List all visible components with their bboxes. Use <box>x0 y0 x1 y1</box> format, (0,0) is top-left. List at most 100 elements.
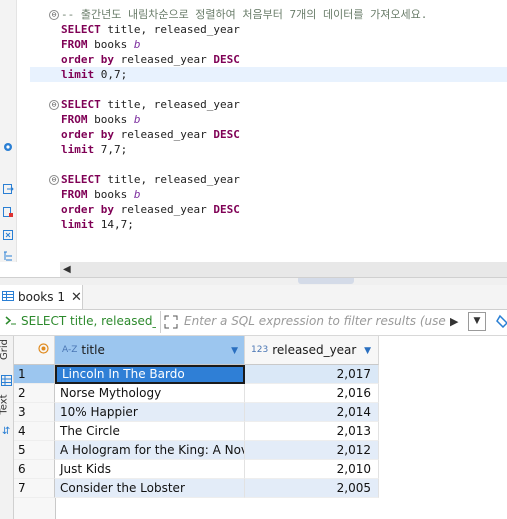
fold-toggle-icon[interactable]: ⊖ <box>49 10 59 20</box>
sql-keyword: FROM <box>61 188 88 201</box>
fold-toggle-icon[interactable]: ⊖ <box>49 175 59 185</box>
sql-alias: b <box>133 113 141 126</box>
sql-keyword: FROM <box>61 113 88 126</box>
column-header-title[interactable]: A-Z title ▼ <box>55 336 245 365</box>
filter-input[interactable]: Enter a SQL expression to filter results… <box>184 314 446 328</box>
sql-order-line: order by released_year DESC <box>61 127 240 142</box>
tab-books-1[interactable]: books 1 ✕ <box>0 285 83 309</box>
sql-code[interactable]: ⊖ -- 출간년도 내림차순으로 정렬하여 처음부터 7개의 데이터를 가져오세… <box>0 0 507 262</box>
column-name: title <box>81 343 105 357</box>
title-cell[interactable]: 10% Happier <box>55 403 245 422</box>
apply-filter-icon[interactable]: ▶ <box>450 315 458 328</box>
column-header-released-year[interactable]: 123 released_year ▼ <box>245 336 379 365</box>
sql-keyword: DESC <box>213 53 240 66</box>
year-cell[interactable]: 2,014 <box>245 403 379 422</box>
row-number[interactable]: 4 <box>14 422 55 441</box>
sql-query-icon <box>4 314 17 330</box>
fold-toggle-icon[interactable]: ⊖ <box>49 100 59 110</box>
row-number[interactable]: 5 <box>14 441 55 460</box>
year-cell[interactable]: 2,017 <box>245 365 379 384</box>
sort-icon[interactable]: ▼ <box>231 346 238 356</box>
year-cell[interactable]: 2,005 <box>245 479 379 498</box>
tab-label: books 1 <box>18 290 65 304</box>
sql-editor[interactable]: ⊖ -- 출간년도 내림차순으로 정렬하여 처음부터 7개의 데이터를 가져오세… <box>0 0 507 262</box>
sql-comment: -- 출간년도 내림차순으로 정렬하여 처음부터 7개의 데이터를 가져오세요. <box>61 8 428 21</box>
table-icon <box>2 290 14 305</box>
sql-table: books <box>87 38 134 51</box>
sql-limit-value: 7,7; <box>94 143 128 156</box>
column-name: released_year <box>272 343 357 357</box>
record-mode-icon[interactable]: ⇵ <box>2 426 10 437</box>
sql-alias: b <box>133 188 141 201</box>
tab-text[interactable]: Text <box>0 394 10 414</box>
row-number[interactable]: 6 <box>14 460 55 479</box>
sql-limit-line-current: limit 0,7; <box>30 67 507 82</box>
row-number-gutter <box>14 498 56 519</box>
results-view-switcher: Grid Text ⇵ <box>0 336 14 519</box>
sql-order-line: order by released_year DESC <box>61 52 240 67</box>
filter-divider <box>160 311 161 333</box>
title-cell[interactable]: A Hologram for the King: A Novel <box>55 441 245 460</box>
grid-icon[interactable] <box>1 371 12 390</box>
sql-select-line: SELECT title, released_year <box>61 97 240 112</box>
year-cell[interactable]: 2,013 <box>245 422 379 441</box>
sql-limit-line: limit 14,7; <box>61 217 134 232</box>
sql-limit-value: 14,7; <box>94 218 134 231</box>
row-number[interactable]: 3 <box>14 403 55 422</box>
row-number[interactable]: 7 <box>14 479 55 498</box>
title-cell[interactable]: The Circle <box>55 422 245 441</box>
row-number-header[interactable] <box>14 336 55 365</box>
filter-bar: SELECT title, released_yea Enter a SQL e… <box>0 310 507 336</box>
sql-columns: title, released_year <box>100 98 240 111</box>
filter-history-dropdown[interactable]: ▼ <box>468 312 486 331</box>
title-cell[interactable]: Just Kids <box>55 460 245 479</box>
sql-from-line: FROM books b <box>61 112 140 127</box>
sql-order-column: released_year <box>113 128 214 141</box>
row-number[interactable]: 2 <box>14 384 55 403</box>
sql-limit-value: 0,7; <box>94 68 128 81</box>
sort-icon[interactable]: ▼ <box>364 346 371 356</box>
sql-limit-line: limit 7,7; <box>61 142 127 157</box>
year-cell[interactable]: 2,012 <box>245 441 379 460</box>
sql-alias: b <box>133 38 141 51</box>
title-cell[interactable]: Consider the Lobster <box>55 479 245 498</box>
sql-table: books <box>87 188 134 201</box>
title-cell[interactable]: Lincoln In The Bardo <box>55 365 245 384</box>
close-icon[interactable]: ✕ <box>71 290 82 305</box>
splitter-grip[interactable] <box>298 278 354 284</box>
row-number[interactable]: 1 <box>14 365 55 384</box>
results-tabbar: books 1 ✕ <box>0 285 507 310</box>
sql-table: books <box>87 113 134 126</box>
sql-columns: title, released_year <box>100 23 240 36</box>
sql-columns: title, released_year <box>100 173 240 186</box>
text-type-icon: A-Z <box>62 345 78 355</box>
sql-comment-line: -- 출간년도 내림차순으로 정렬하여 처음부터 7개의 데이터를 가져오세요. <box>61 7 427 22</box>
sql-select-line: SELECT title, released_year <box>61 172 240 187</box>
editor-horizontal-scrollbar[interactable]: ◀ <box>60 262 507 277</box>
scroll-left-icon[interactable]: ◀ <box>63 262 71 277</box>
year-cell[interactable]: 2,010 <box>245 460 379 479</box>
sql-from-line: FROM books b <box>61 37 140 52</box>
sql-order-column: released_year <box>113 53 214 66</box>
sql-keyword: order by <box>61 203 114 216</box>
sql-select-line: SELECT title, released_year <box>61 22 240 37</box>
sql-keyword: DESC <box>213 128 240 141</box>
sql-keyword: DESC <box>213 203 240 216</box>
eraser-icon[interactable] <box>496 314 507 331</box>
sql-keyword: SELECT <box>61 173 101 186</box>
expand-filter-icon[interactable] <box>164 315 178 332</box>
select-all-icon[interactable] <box>38 343 49 357</box>
sql-from-line: FROM books b <box>61 187 140 202</box>
results-panel: Grid Text ⇵ A-Z title ▼ 123 released_yea… <box>0 336 507 519</box>
sql-keyword: order by <box>61 53 114 66</box>
sql-keyword: SELECT <box>61 98 101 111</box>
sql-keyword: limit <box>61 143 95 156</box>
year-cell[interactable]: 2,016 <box>245 384 379 403</box>
sql-keyword: FROM <box>61 38 88 51</box>
sql-order-line: order by released_year DESC <box>61 202 240 217</box>
tab-grid[interactable]: Grid <box>0 339 10 360</box>
sql-order-column: released_year <box>113 203 214 216</box>
sql-keyword: limit <box>61 218 95 231</box>
sql-keyword: order by <box>61 128 114 141</box>
title-cell[interactable]: Norse Mythology <box>55 384 245 403</box>
